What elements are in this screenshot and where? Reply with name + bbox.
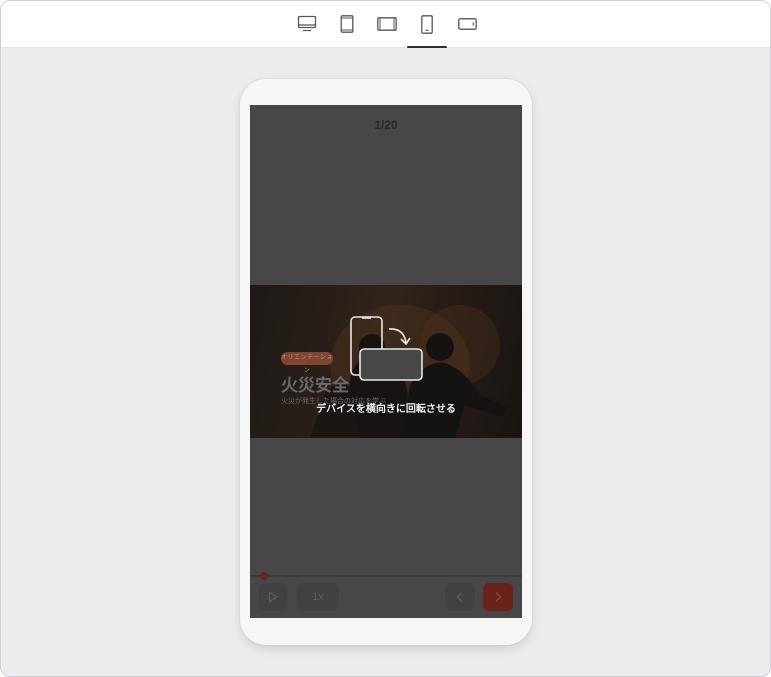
play-button[interactable]	[259, 583, 287, 611]
device-desktop-button[interactable]	[287, 1, 327, 47]
phone-portrait-icon	[421, 14, 433, 34]
tablet-portrait-icon	[340, 15, 354, 33]
play-icon	[268, 591, 278, 603]
preview-window: 1/20 オリエンテーション 火災安全 火災が発生した場合の対応を学ぶ デバイス…	[0, 0, 771, 677]
phone-screen: 1/20 オリエンテーション 火災安全 火災が発生した場合の対応を学ぶ デバイス…	[250, 105, 522, 618]
chevron-right-icon	[495, 592, 502, 602]
device-toolbar	[1, 1, 770, 48]
page-counter: 1/20	[374, 118, 398, 132]
slide-badge: オリエンテーション	[281, 352, 333, 374]
rotate-device-icon	[350, 316, 423, 381]
tablet-landscape-icon	[377, 17, 397, 31]
phone-landscape-icon	[457, 18, 477, 30]
rotate-device-message: デバイスを横向きに回転させる	[316, 404, 456, 415]
next-slide-button[interactable]	[483, 583, 513, 611]
monitor-icon	[297, 15, 317, 32]
previous-slide-button[interactable]	[445, 583, 475, 611]
device-tablet-portrait-button[interactable]	[327, 1, 367, 47]
player-controls	[250, 576, 522, 618]
playback-speed-button[interactable]: 1x	[297, 583, 339, 611]
device-tablet-landscape-button[interactable]	[367, 1, 407, 47]
slide-title: 火災安全	[281, 376, 349, 395]
device-mobile-portrait-button[interactable]	[407, 1, 447, 48]
chevron-left-icon	[456, 592, 463, 602]
device-mobile-landscape-button[interactable]	[447, 1, 487, 47]
